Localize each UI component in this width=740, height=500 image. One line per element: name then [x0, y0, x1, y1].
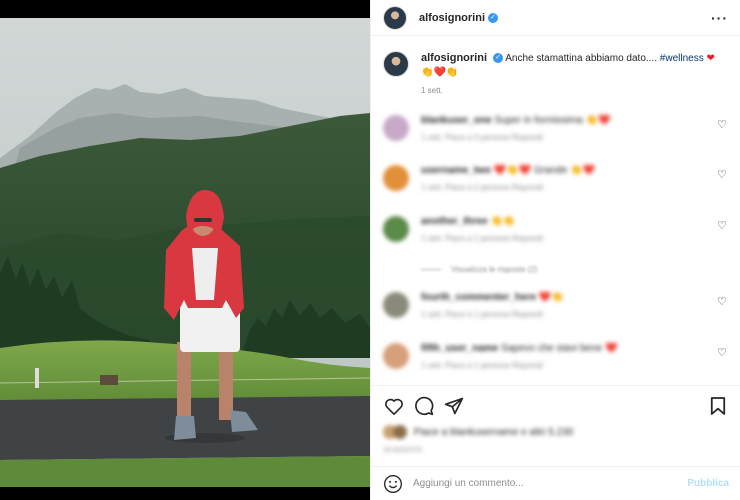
commenter-avatar[interactable]	[383, 115, 409, 141]
commenter-avatar[interactable]	[383, 216, 409, 242]
commenter-username[interactable]: another_three	[421, 216, 488, 227]
caption-emojis: 👏❤️👏	[421, 67, 459, 78]
comment-like-heart-icon[interactable]: ♡	[717, 297, 727, 308]
caption-hashtag[interactable]: #wellness	[660, 53, 704, 64]
comment-like-heart-icon[interactable]: ♡	[717, 120, 727, 131]
post-header: alfosignorini ✓ ···	[371, 0, 740, 36]
liker-avatar	[393, 425, 407, 439]
comment-text: ❤️👏	[538, 292, 564, 303]
comment-meta[interactable]: 1 sett. Piace a 1 persona Rispondi	[421, 361, 617, 370]
commenter-username[interactable]: blankuser_one	[421, 115, 492, 126]
commenter-username[interactable]: fifth_user_name	[421, 343, 498, 354]
caption-heart-emoji: ❤	[706, 53, 715, 64]
post-caption: alfosignorini ✓ Anche stamattina abbiamo …	[371, 37, 740, 98]
comment-like-heart-icon[interactable]: ♡	[717, 221, 727, 232]
comment-meta[interactable]: 1 sett. Piace a 1 persona Rispondi	[421, 234, 543, 243]
save-bookmark-icon[interactable]	[707, 395, 729, 417]
comment-text: 👏👏	[490, 216, 516, 227]
publish-button[interactable]: Pubblica	[687, 478, 729, 489]
add-comment-input[interactable]	[413, 478, 688, 489]
caption-time[interactable]: 1 sett.	[421, 84, 715, 98]
bottom-letterbox	[0, 487, 370, 500]
commenter-username[interactable]: username_two	[421, 165, 491, 176]
comment-like-heart-icon[interactable]: ♡	[717, 170, 727, 181]
mountain-landscape-image	[0, 18, 370, 487]
comment-text: Super in formissima 👏❤️	[494, 115, 611, 126]
comment-item: blankuser_one Super in formissima 👏❤️ 1 …	[383, 115, 729, 142]
comment-meta[interactable]: 1 sett. Piace a 2 persone Rispondi	[421, 183, 595, 192]
like-heart-icon[interactable]	[383, 395, 405, 417]
comment-item: fourth_commenter_here ❤️👏 1 sett. Piace …	[383, 292, 729, 319]
comment-item: fifth_user_name Sapevo che stavi bene ❤️…	[383, 343, 729, 370]
post-actions-bar	[371, 385, 740, 425]
comment-like-heart-icon[interactable]: ♡	[717, 348, 727, 359]
comment-text: Sapevo che stavi bene ❤️	[501, 343, 618, 354]
author-avatar[interactable]	[383, 5, 407, 30]
emoji-picker-icon[interactable]	[383, 474, 403, 494]
commenter-avatar[interactable]	[383, 292, 409, 318]
commenter-username[interactable]: fourth_commenter_here	[421, 292, 536, 303]
caption-author-avatar[interactable]	[383, 51, 409, 77]
post-side-panel: alfosignorini ✓ ··· alfosignorini ✓ Anche…	[370, 0, 740, 500]
commenter-avatar[interactable]	[383, 343, 409, 369]
view-replies-link[interactable]: Visualizza le risposte (2)	[421, 265, 538, 274]
comment-item: another_three 👏👏 1 sett. Piace a 1 perso…	[383, 216, 729, 243]
comment-bubble-icon[interactable]	[413, 395, 435, 417]
view-replies-label[interactable]: Visualizza le risposte (2)	[451, 265, 538, 274]
likes-summary[interactable]: Piace a blankusername e altri 5.230 28 A…	[383, 425, 729, 465]
author-username[interactable]: alfosignorini	[419, 12, 485, 24]
top-letterbox	[0, 0, 370, 18]
share-paper-plane-icon[interactable]	[443, 395, 465, 417]
caption-verified-badge-icon: ✓	[493, 53, 503, 64]
replies-divider-line	[421, 269, 441, 270]
add-comment-bar: Pubblica	[371, 466, 740, 500]
comment-text: ❤️👏❤️ Grande 👏❤️	[493, 165, 595, 176]
commenter-avatar[interactable]	[383, 165, 409, 191]
likes-text[interactable]: Piace a blankusername e altri 5.230	[414, 427, 574, 438]
comment-item: username_two ❤️👏❤️ Grande 👏❤️ 1 sett. Pi…	[383, 165, 729, 192]
caption-username[interactable]: alfosignorini	[421, 52, 487, 64]
more-options-icon[interactable]: ···	[711, 10, 728, 26]
verified-badge-icon: ✓	[488, 12, 498, 23]
comments-list[interactable]: alfosignorini ✓ Anche stamattina abbiamo …	[371, 37, 740, 385]
caption-text: Anche stamattina abbiamo dato....	[505, 53, 660, 64]
post-date: 28 AGOSTO	[383, 447, 423, 454]
comment-meta[interactable]: 1 sett. Piace a 1 persona Rispondi	[421, 310, 564, 319]
comment-meta[interactable]: 1 sett. Piace a 3 persone Rispondi	[421, 133, 610, 142]
post-photo[interactable]	[0, 18, 370, 487]
